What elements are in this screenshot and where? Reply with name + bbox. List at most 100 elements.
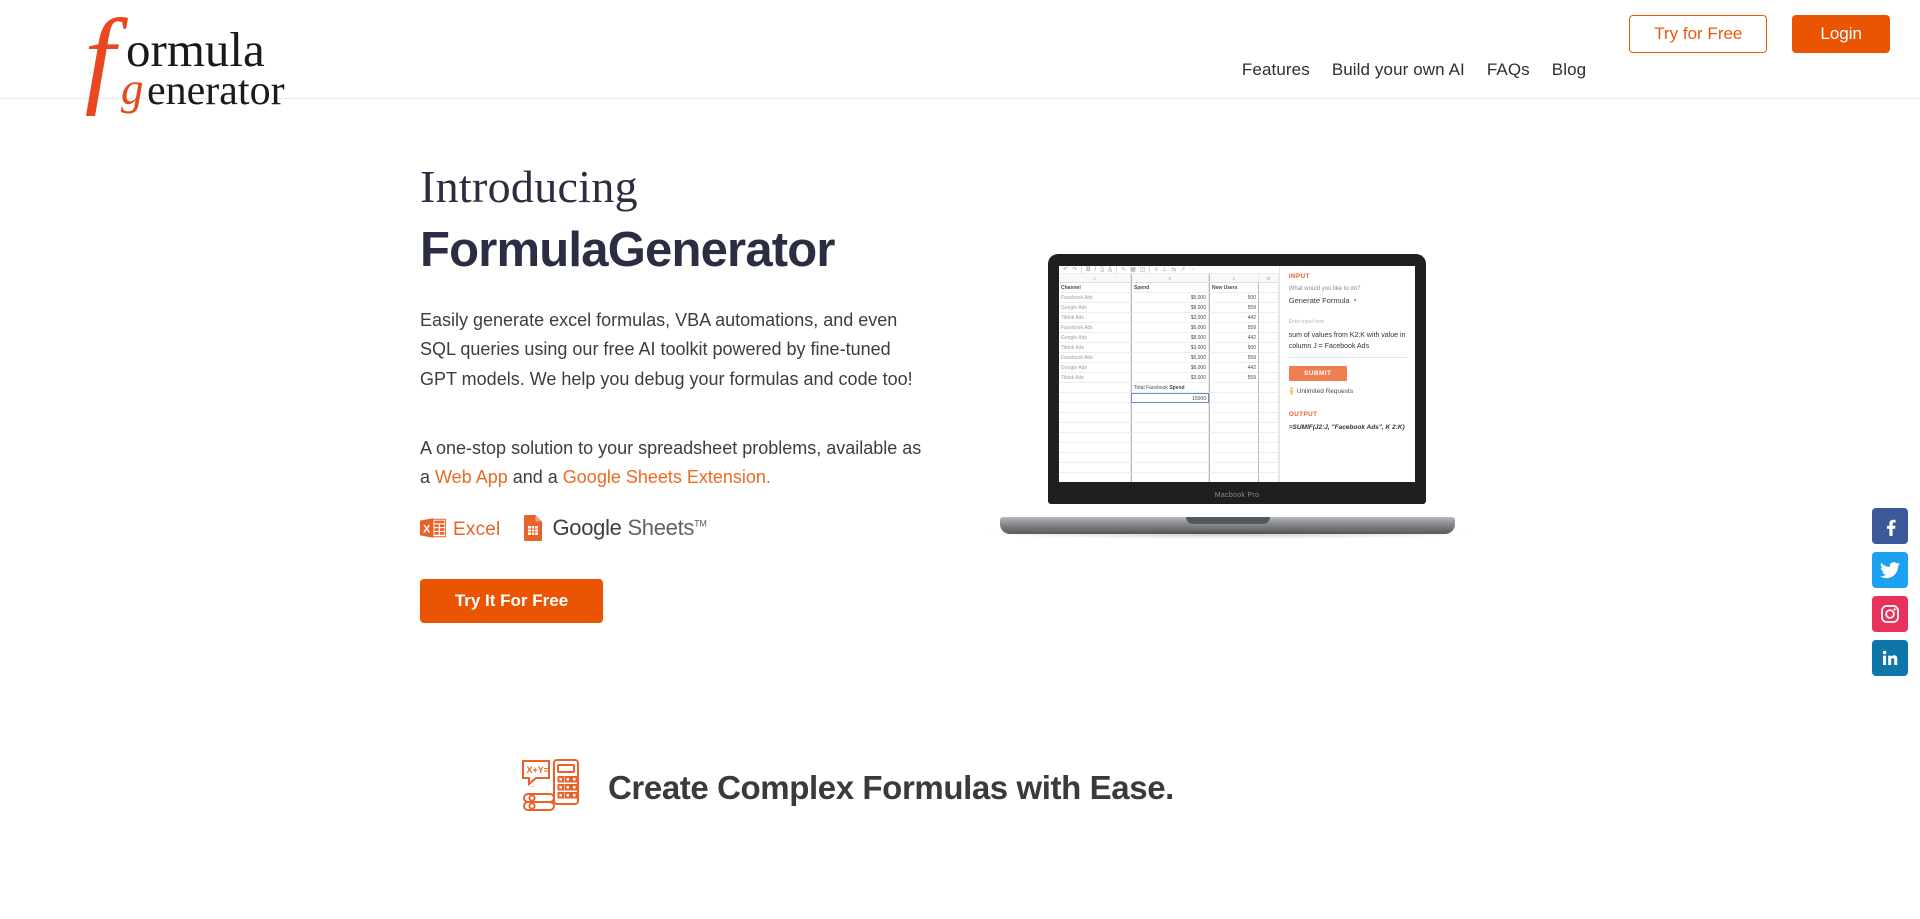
more-options-icon[interactable]: ⋯ bbox=[1189, 267, 1195, 273]
google-sheets-extension-link[interactable]: Google Sheets Extension. bbox=[563, 467, 771, 487]
cell-new-users[interactable]: 442 bbox=[1209, 333, 1259, 343]
cell-channel[interactable]: Tiktok Ads bbox=[1059, 373, 1131, 383]
cell-empty[interactable] bbox=[1059, 433, 1131, 443]
horizontal-align-icon[interactable]: ≡ bbox=[1154, 267, 1158, 273]
cell-empty[interactable] bbox=[1259, 303, 1279, 313]
cell-empty[interactable] bbox=[1259, 473, 1279, 482]
nav-link-build-your-own-ai[interactable]: Build your own AI bbox=[1321, 60, 1476, 80]
cell-empty[interactable] bbox=[1209, 413, 1259, 423]
cell-empty[interactable] bbox=[1209, 473, 1259, 482]
cell-spend[interactable]: $3,000 bbox=[1131, 313, 1209, 323]
cell-spend[interactable]: $5,000 bbox=[1131, 323, 1209, 333]
cell-empty[interactable] bbox=[1059, 473, 1131, 482]
cell-empty[interactable] bbox=[1259, 363, 1279, 373]
cell-empty[interactable] bbox=[1259, 373, 1279, 383]
cell-empty[interactable] bbox=[1131, 433, 1209, 443]
cell-empty[interactable] bbox=[1131, 463, 1209, 473]
cell-spend[interactable]: $5,000 bbox=[1131, 353, 1209, 363]
cell-empty[interactable] bbox=[1059, 463, 1131, 473]
cell-empty[interactable] bbox=[1259, 323, 1279, 333]
cell-channel[interactable]: Google Ads bbox=[1059, 363, 1131, 373]
cell-empty[interactable] bbox=[1209, 433, 1259, 443]
cell-empty[interactable] bbox=[1209, 423, 1259, 433]
cell-spend[interactable]: $8,000 bbox=[1131, 303, 1209, 313]
login-button[interactable]: Login bbox=[1792, 14, 1890, 53]
mode-dropdown[interactable]: Generate Formula ▾ bbox=[1289, 296, 1407, 305]
cell-empty[interactable] bbox=[1259, 433, 1279, 443]
cell-new-users[interactable]: 442 bbox=[1209, 363, 1259, 373]
column-header-l[interactable]: L bbox=[1209, 274, 1259, 282]
undo-icon[interactable]: ↶ bbox=[1063, 267, 1068, 273]
cell-new-users[interactable]: 559 bbox=[1209, 303, 1259, 313]
web-app-link[interactable]: Web App bbox=[435, 467, 508, 487]
cell-empty[interactable] bbox=[1131, 473, 1209, 482]
cell-channel[interactable]: Facebook Ads bbox=[1059, 293, 1131, 303]
cell-empty[interactable] bbox=[1259, 443, 1279, 453]
text-color-icon[interactable]: A̲ bbox=[1108, 267, 1112, 273]
facebook-share-button[interactable] bbox=[1872, 508, 1908, 544]
cell-channel[interactable]: Google Ads bbox=[1059, 303, 1131, 313]
cell-empty[interactable] bbox=[1259, 453, 1279, 463]
cell-channel[interactable]: Tiktok Ads bbox=[1059, 343, 1131, 353]
linkedin-share-button[interactable] bbox=[1872, 640, 1908, 676]
merge-cells-icon[interactable]: ◫ bbox=[1140, 267, 1146, 273]
nav-link-blog[interactable]: Blog bbox=[1541, 60, 1597, 80]
column-header-m[interactable]: M bbox=[1259, 274, 1279, 282]
try-it-for-free-button[interactable]: Try It For Free bbox=[420, 579, 603, 624]
cell-spend[interactable]: $3,000 bbox=[1131, 373, 1209, 383]
cell-empty[interactable] bbox=[1259, 293, 1279, 303]
column-header-k[interactable]: K bbox=[1131, 274, 1209, 282]
text-wrap-icon[interactable]: ⇆ bbox=[1171, 267, 1176, 273]
cell-empty[interactable] bbox=[1131, 403, 1209, 413]
cell-spend[interactable]: $8,000 bbox=[1131, 363, 1209, 373]
cell-empty[interactable] bbox=[1259, 413, 1279, 423]
cell-empty[interactable] bbox=[1259, 343, 1279, 353]
submit-button[interactable]: SUBMIT bbox=[1288, 365, 1347, 381]
cell-empty[interactable] bbox=[1059, 423, 1131, 433]
cell-empty[interactable] bbox=[1209, 443, 1259, 453]
cell-empty[interactable] bbox=[1259, 403, 1279, 413]
cell-empty[interactable] bbox=[1131, 423, 1209, 433]
cell-empty[interactable] bbox=[1131, 413, 1209, 423]
cell-channel[interactable]: Google Ads bbox=[1059, 333, 1131, 343]
cell-channel[interactable]: Tiktok Ads bbox=[1059, 313, 1131, 323]
cell-empty[interactable] bbox=[1059, 443, 1131, 453]
cell-channel[interactable]: Facebook Ads bbox=[1059, 323, 1131, 333]
cell-empty[interactable] bbox=[1059, 413, 1131, 423]
borders-icon[interactable]: ▦ bbox=[1130, 267, 1136, 273]
cell-empty[interactable] bbox=[1209, 463, 1259, 473]
twitter-share-button[interactable] bbox=[1872, 552, 1908, 588]
italic-icon[interactable]: I bbox=[1094, 267, 1096, 273]
cell-empty[interactable] bbox=[1059, 453, 1131, 463]
cell-empty[interactable] bbox=[1059, 403, 1131, 413]
text-rotation-icon[interactable]: ↗ bbox=[1180, 267, 1185, 273]
cell-spend[interactable]: $5,000 bbox=[1131, 293, 1209, 303]
cell-empty[interactable] bbox=[1259, 463, 1279, 473]
cell-new-users[interactable]: 500 bbox=[1209, 293, 1259, 303]
site-logo[interactable]: f ormula g enerator bbox=[84, 4, 324, 116]
fill-color-icon[interactable]: ✎ bbox=[1121, 267, 1126, 273]
prompt-input[interactable]: sum of values from K2:K with value in co… bbox=[1288, 331, 1407, 358]
cell-empty[interactable] bbox=[1259, 333, 1279, 343]
cell-empty[interactable] bbox=[1259, 423, 1279, 433]
column-header-j[interactable]: J bbox=[1059, 274, 1131, 282]
redo-icon[interactable]: ↷ bbox=[1072, 267, 1077, 273]
cell-channel[interactable]: Facebook Ads bbox=[1059, 353, 1131, 363]
nav-link-faqs[interactable]: FAQs bbox=[1476, 60, 1541, 80]
cell-new-users[interactable]: 442 bbox=[1209, 313, 1259, 323]
try-for-free-button[interactable]: Try for Free bbox=[1629, 14, 1768, 53]
instagram-share-button[interactable] bbox=[1872, 596, 1908, 632]
vertical-align-icon[interactable]: ⊥ bbox=[1162, 267, 1167, 273]
cell-new-users[interactable]: 559 bbox=[1209, 373, 1259, 383]
cell-empty[interactable] bbox=[1259, 313, 1279, 323]
cell-empty[interactable] bbox=[1209, 403, 1259, 413]
cell-spend[interactable]: $3,000 bbox=[1131, 343, 1209, 353]
cell-empty[interactable] bbox=[1259, 353, 1279, 363]
cell-new-users[interactable]: 500 bbox=[1209, 343, 1259, 353]
cell-empty[interactable] bbox=[1131, 443, 1209, 453]
cell-empty[interactable] bbox=[1209, 453, 1259, 463]
spreadsheet-toolbar[interactable]: ↶ ↷ B I S̲ A̲ ✎ ▦ ◫ ≡ ⊥ ⇆ ↗ ⋯ bbox=[1059, 266, 1279, 274]
cell-empty[interactable] bbox=[1131, 453, 1209, 463]
cell-new-users[interactable]: 559 bbox=[1209, 323, 1259, 333]
selected-cell[interactable]: 15000 bbox=[1131, 393, 1209, 403]
